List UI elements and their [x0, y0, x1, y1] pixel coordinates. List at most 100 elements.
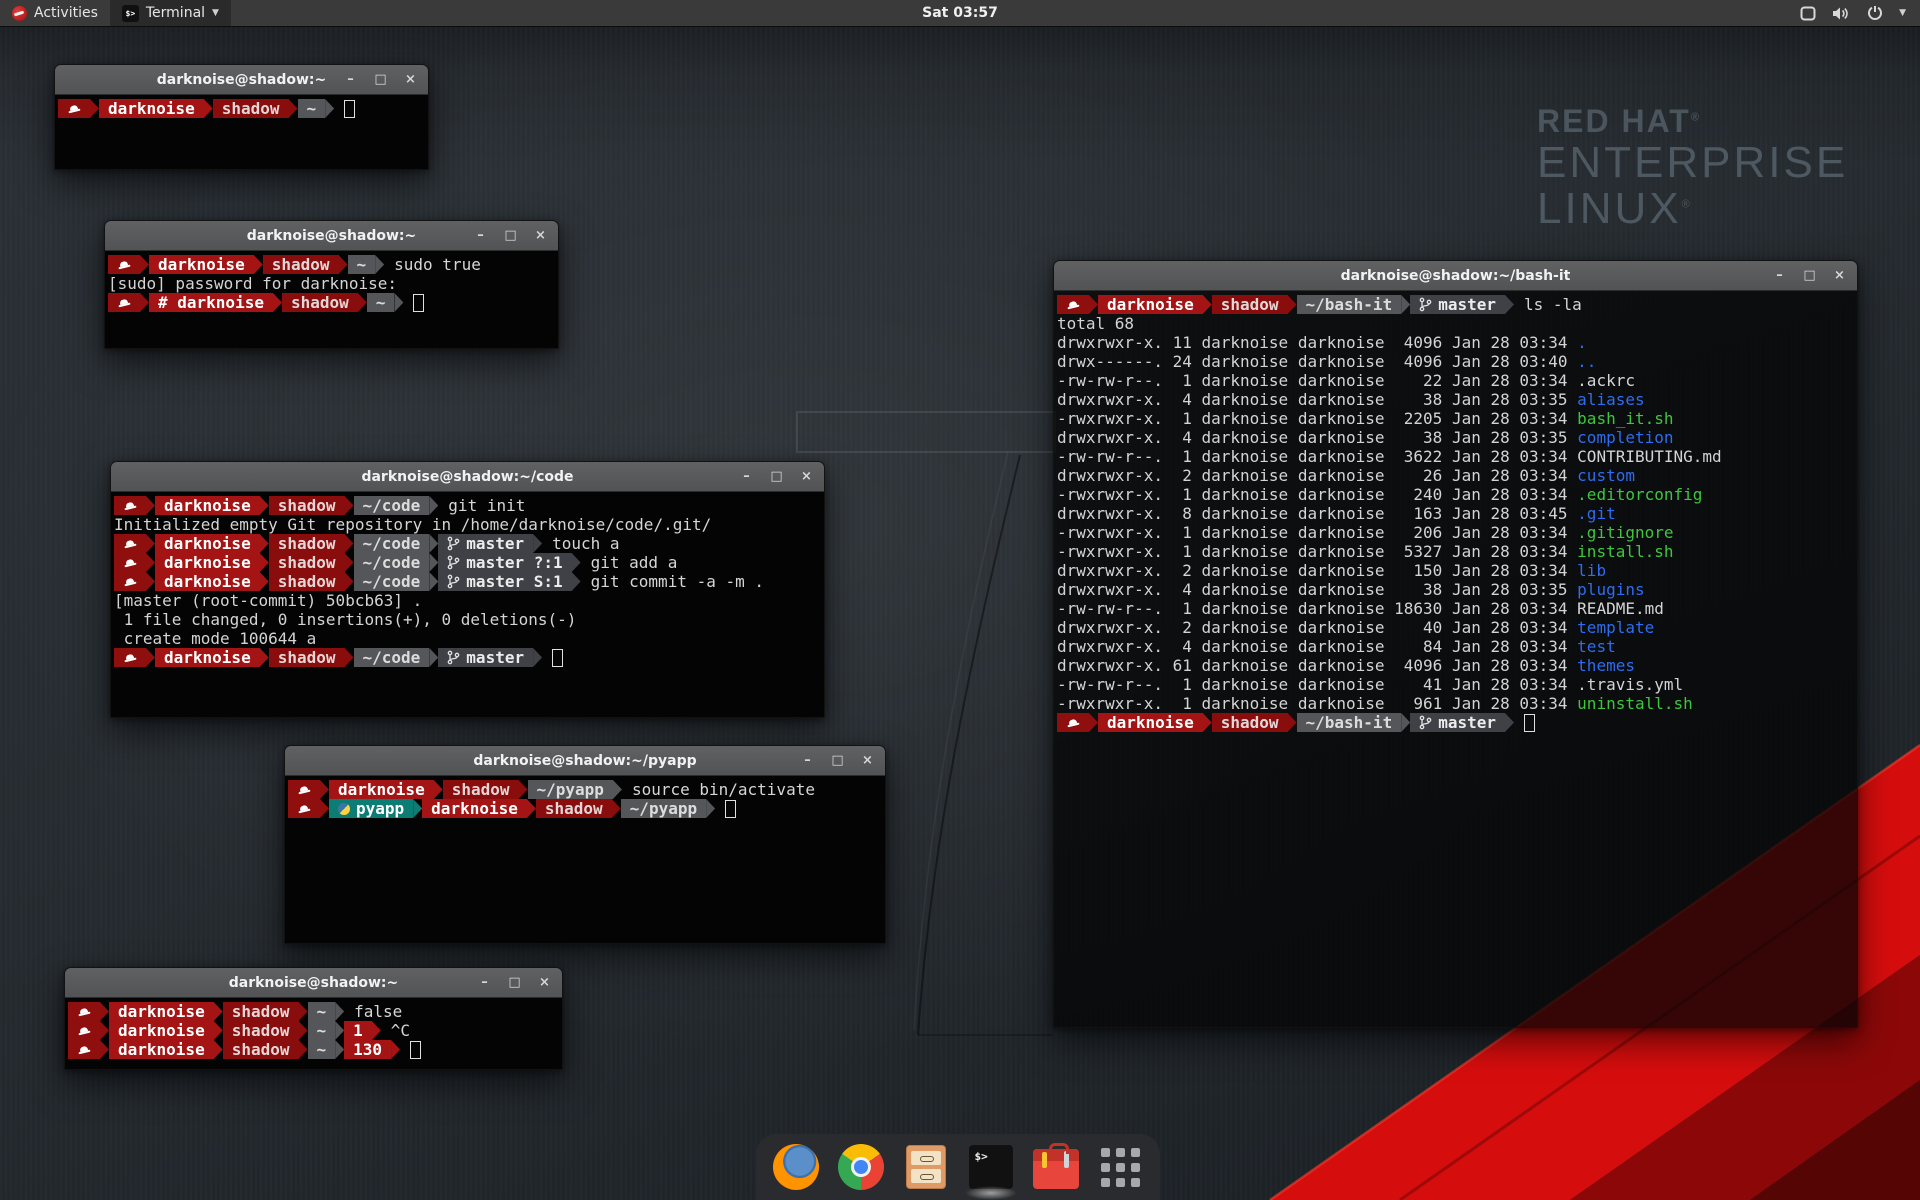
- dock: $>: [756, 1134, 1160, 1200]
- dock-item-files[interactable]: [902, 1143, 950, 1191]
- terminal-line: drwxrwxr-x. 4 darknoise darknoise 38 Jan…: [1057, 428, 1857, 447]
- terminal-body[interactable]: darknoiseshadow~/pyappsource bin/activat…: [285, 776, 885, 943]
- maximize-button[interactable]: □: [831, 753, 844, 768]
- terminal-output-text: -rw-rw-r--. 1 darknoise darknoise 3622 J…: [1057, 447, 1577, 466]
- powerline-separator: [320, 780, 329, 799]
- close-button[interactable]: ×: [800, 469, 813, 484]
- prompt-segment-hat: [108, 293, 140, 312]
- dock-item-toolbox[interactable]: [1032, 1143, 1080, 1191]
- prompt-segment-path: ~: [308, 1040, 336, 1059]
- file-name: test: [1577, 637, 1616, 656]
- window-titlebar[interactable]: darknoise@shadow:~–□×: [65, 968, 562, 998]
- prompt-segment-hat: [288, 780, 320, 799]
- maximize-button[interactable]: □: [504, 228, 517, 243]
- terminal-line: drwxrwxr-x. 8 darknoise darknoise 163 Ja…: [1057, 504, 1857, 523]
- volume-icon[interactable]: [1832, 6, 1851, 21]
- window-titlebar[interactable]: darknoise@shadow:~/bash-it– □ ×: [1054, 261, 1857, 291]
- terminal-line: darknoiseshadow~/bash-itmaster: [1057, 713, 1857, 732]
- dock-item-chrome[interactable]: [837, 1143, 885, 1191]
- prompt-segment-user: darknoise: [155, 553, 260, 572]
- powerline-separator: [146, 648, 155, 667]
- terminal-body[interactable]: darknoiseshadow~: [55, 95, 428, 169]
- prompt-segment-git: master: [438, 648, 533, 667]
- terminal-line: darknoiseshadow~/codegit init: [114, 496, 824, 515]
- close-button[interactable]: ×: [1833, 268, 1846, 283]
- terminal-body[interactable]: darknoiseshadow~falsedarknoiseshadow~1^C…: [65, 998, 562, 1069]
- prompt-segment-hat: [58, 99, 90, 118]
- minimize-button[interactable]: –: [1773, 268, 1786, 283]
- window-controls: – □ ×: [740, 469, 824, 484]
- powerline-separator: [1401, 713, 1410, 732]
- window-controls: – □ ×: [478, 975, 562, 990]
- terminal-output-text: drwx------. 24 darknoise darknoise 4096 …: [1057, 352, 1577, 371]
- window-titlebar[interactable]: darknoise@shadow:~–□×: [105, 221, 558, 251]
- powerline-separator: [335, 1021, 344, 1040]
- close-button[interactable]: ×: [861, 753, 874, 768]
- git-branch-icon: [1419, 715, 1432, 730]
- minimize-button[interactable]: –: [801, 753, 814, 768]
- clock[interactable]: Sat 03:57: [0, 5, 1920, 21]
- window-titlebar[interactable]: darknoise@shadow:~/code–□×: [111, 462, 824, 492]
- minimize-button[interactable]: –: [474, 228, 487, 243]
- prompt-segment-hat: [288, 799, 320, 818]
- powerline-separator: [1505, 295, 1514, 314]
- minimize-button[interactable]: –: [344, 72, 357, 87]
- prompt-segment-host: shadow: [269, 534, 345, 553]
- window-controls: – □ ×: [344, 72, 428, 87]
- powerline-separator: [345, 534, 354, 553]
- minimize-button[interactable]: –: [740, 469, 753, 484]
- terminal-cursor: [725, 800, 736, 818]
- toolbox-icon: [1033, 1149, 1079, 1189]
- window-controls: – □ ×: [474, 228, 558, 243]
- terminal-cursor: [344, 100, 355, 118]
- prompt-segment-user: darknoise: [1098, 713, 1203, 732]
- redhat-fedora-icon: [123, 576, 137, 587]
- terminal-line: darknoiseshadow~/codemaster S:1git commi…: [114, 572, 824, 591]
- close-button[interactable]: ×: [534, 228, 547, 243]
- screen-icon[interactable]: [1800, 6, 1816, 21]
- maximize-button[interactable]: □: [508, 975, 521, 990]
- powerline-separator: [335, 1040, 344, 1059]
- maximize-button[interactable]: □: [374, 72, 387, 87]
- file-name: .ackrc: [1577, 371, 1635, 390]
- prompt-segment-host: shadow: [223, 1040, 299, 1059]
- window-titlebar[interactable]: darknoise@shadow:~–□×: [55, 65, 428, 95]
- powerline-separator: [146, 572, 155, 591]
- powerline-separator: [345, 572, 354, 591]
- close-button[interactable]: ×: [404, 72, 417, 87]
- prompt-segment-user: darknoise: [1098, 295, 1203, 314]
- terminal-window-pyapp: darknoise@shadow:~/pyapp–□×darknoiseshad…: [284, 745, 886, 944]
- dock-item-firefox[interactable]: [772, 1143, 820, 1191]
- window-title: darknoise@shadow:~/bash-it: [1054, 268, 1857, 284]
- powerline-separator: [1089, 295, 1098, 314]
- powerline-separator: [1089, 713, 1098, 732]
- powerline-separator: [146, 496, 155, 515]
- maximize-button[interactable]: □: [1803, 268, 1816, 283]
- prompt-segment-git: master: [438, 534, 533, 553]
- terminal-body[interactable]: darknoiseshadow~/codegit initInitialized…: [111, 492, 824, 717]
- redhat-fedora-icon: [1066, 299, 1080, 310]
- powerline-separator: [260, 534, 269, 553]
- terminal-body[interactable]: darknoiseshadow~sudo true[sudo] password…: [105, 251, 558, 348]
- window-titlebar[interactable]: darknoise@shadow:~/pyapp–□×: [285, 746, 885, 776]
- powerline-separator: [214, 1040, 223, 1059]
- terminal-line: darknoiseshadow~/codemaster ?:1git add a: [114, 553, 824, 572]
- window-controls: – □ ×: [1773, 268, 1857, 283]
- close-button[interactable]: ×: [538, 975, 551, 990]
- maximize-button[interactable]: □: [770, 469, 783, 484]
- terminal-line: pyappdarknoiseshadow~/pyapp: [288, 799, 885, 818]
- dock-item-app-grid[interactable]: [1097, 1143, 1145, 1191]
- file-name: lib: [1577, 561, 1606, 580]
- minimize-button[interactable]: –: [478, 975, 491, 990]
- terminal-line: drwxrwxr-x. 2 darknoise darknoise 40 Jan…: [1057, 618, 1857, 637]
- power-icon[interactable]: [1867, 5, 1883, 21]
- terminal-line: darknoiseshadow~/pyappsource bin/activat…: [288, 780, 885, 799]
- dock-item-terminal[interactable]: $>: [967, 1143, 1015, 1191]
- terminal-line: -rwxrwxr-x. 1 darknoise darknoise 961 Ja…: [1057, 694, 1857, 713]
- chevron-down-icon[interactable]: ▼: [1899, 8, 1906, 18]
- powerline-separator: [204, 99, 213, 118]
- terminal-output-text: Initialized empty Git repository in /hom…: [114, 515, 711, 534]
- terminal-body[interactable]: darknoiseshadow~/bash-itmasterls -latota…: [1054, 291, 1857, 1027]
- powerline-separator: [260, 496, 269, 515]
- prompt-segment-host: shadow: [536, 799, 612, 818]
